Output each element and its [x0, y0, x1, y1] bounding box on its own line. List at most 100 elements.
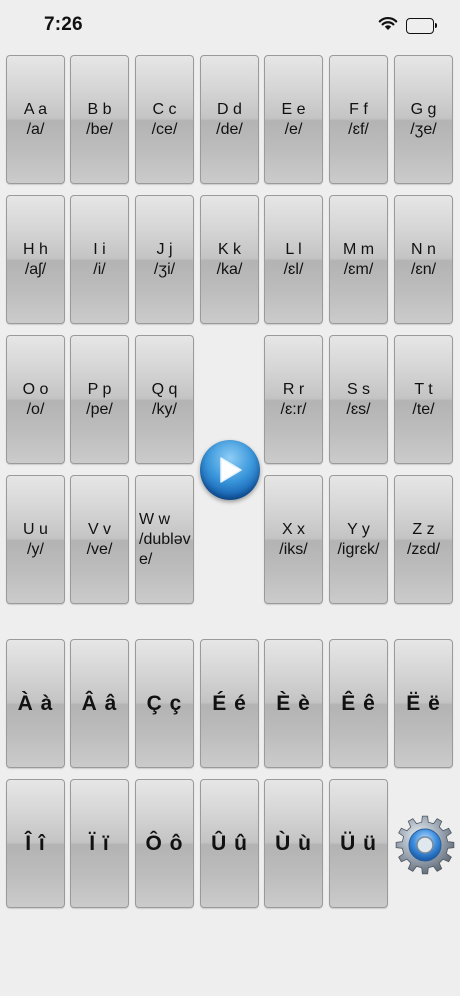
letter-key-j[interactable]: J j/ʒi/ — [135, 195, 194, 324]
accent-key-1[interactable]: À à — [6, 639, 65, 768]
wifi-icon — [378, 16, 398, 36]
letter-label: P p — [87, 380, 112, 398]
letter-label: E e — [281, 100, 306, 118]
accent-label: Ô ô — [145, 831, 184, 855]
letter-label: H h — [23, 240, 48, 258]
letter-label: D d — [217, 100, 242, 118]
pronunciation-label: /ɛ:r/ — [280, 400, 307, 418]
letter-key-o[interactable]: O o/o/ — [6, 335, 65, 464]
pronunciation-label: /y/ — [27, 540, 44, 558]
letter-key-g[interactable]: G g/ʒe/ — [394, 55, 453, 184]
letter-label: G g — [410, 100, 437, 118]
pronunciation-label: /ky/ — [152, 400, 177, 418]
letter-key-a[interactable]: A a/a/ — [6, 55, 65, 184]
accent-label: É é — [212, 691, 247, 715]
letter-label: Z z — [412, 520, 435, 538]
letter-key-p[interactable]: P p/pe/ — [70, 335, 129, 464]
letter-key-y[interactable]: Y y/igrɛk/ — [329, 475, 388, 604]
letter-key-d[interactable]: D d/de/ — [200, 55, 259, 184]
accent-label: Ê ê — [341, 691, 376, 715]
accent-key-7[interactable]: Ë ë — [394, 639, 453, 768]
battery-icon — [406, 18, 437, 34]
letter-key-n[interactable]: N n/ɛn/ — [394, 195, 453, 324]
pronunciation-label: /ɛm/ — [343, 260, 374, 278]
pronunciation-label: /aʃ/ — [24, 260, 47, 278]
letter-key-m[interactable]: M m/ɛm/ — [329, 195, 388, 324]
pronunciation-label: /o/ — [26, 400, 45, 418]
letter-label: A a — [23, 100, 48, 118]
accent-key-3[interactable]: Ç ç — [135, 639, 194, 768]
accent-key-2[interactable]: Â â — [70, 639, 129, 768]
pronunciation-label: /iks/ — [279, 540, 308, 558]
letter-key-i[interactable]: I i/i/ — [70, 195, 129, 324]
pronunciation-label: /ɛn/ — [410, 260, 437, 278]
letter-label: K k — [217, 240, 242, 258]
letter-label: R r — [282, 380, 305, 398]
pronunciation-label: /ʒi/ — [153, 260, 176, 278]
letter-key-v[interactable]: V v/ve/ — [70, 475, 129, 604]
accent-key-8[interactable]: Î î — [6, 779, 65, 908]
letter-label: S s — [346, 380, 371, 398]
letter-key-q[interactable]: Q q/ky/ — [135, 335, 194, 464]
letter-key-k[interactable]: K k/ka/ — [200, 195, 259, 324]
letter-key-r[interactable]: R r/ɛ:r/ — [264, 335, 323, 464]
letter-key-s[interactable]: S s/ɛs/ — [329, 335, 388, 464]
letter-key-l[interactable]: L l/ɛl/ — [264, 195, 323, 324]
pronunciation-label: /ve/ — [86, 540, 113, 558]
pronunciation-label: /ka/ — [216, 260, 243, 278]
pronunciation-label: /igrɛk/ — [337, 540, 380, 558]
pronunciation-label: /pe/ — [86, 400, 113, 418]
pronunciation-label: /a/ — [26, 120, 45, 138]
pronunciation-label: /ɛf/ — [348, 120, 369, 138]
accent-key-10[interactable]: Ô ô — [135, 779, 194, 908]
letter-label: I i — [93, 240, 106, 258]
letter-key-h[interactable]: H h/aʃ/ — [6, 195, 65, 324]
accent-key-12[interactable]: Ù ù — [264, 779, 323, 908]
letter-label: W w — [139, 510, 171, 528]
accent-label: Ï ï — [89, 831, 110, 855]
letter-label: F f — [349, 100, 368, 118]
accent-label: Ç ç — [146, 691, 183, 715]
letter-label: O o — [22, 380, 49, 398]
accent-label: Ë ë — [406, 691, 441, 715]
letter-key-w[interactable]: W w/dubləve/ — [135, 475, 194, 604]
letter-key-f[interactable]: F f/ɛf/ — [329, 55, 388, 184]
pronunciation-label: /ce/ — [151, 120, 178, 138]
letter-label: Y y — [347, 520, 370, 538]
letter-key-c[interactable]: C c/ce/ — [135, 55, 194, 184]
pronunciation-label: /i/ — [93, 260, 106, 278]
letter-key-x[interactable]: X x/iks/ — [264, 475, 323, 604]
letter-key-t[interactable]: T t/te/ — [394, 335, 453, 464]
pronunciation-label: /e/ — [284, 120, 303, 138]
pronunciation-label: /de/ — [216, 120, 243, 138]
letter-label: T t — [414, 380, 433, 398]
pronunciation-label: /zɛd/ — [406, 540, 441, 558]
accent-key-13[interactable]: Ü ü — [329, 779, 388, 908]
letter-label: X x — [281, 520, 306, 538]
pronunciation-label: /dubləve/ — [139, 530, 191, 568]
settings-button[interactable] — [394, 814, 456, 876]
letter-label: B b — [87, 100, 112, 118]
accent-label: À à — [17, 691, 54, 715]
pronunciation-label: /ʒe/ — [410, 120, 437, 138]
accent-key-5[interactable]: È è — [264, 639, 323, 768]
accent-label: È è — [276, 691, 311, 715]
accent-key-11[interactable]: Û û — [200, 779, 259, 908]
accent-key-6[interactable]: Ê ê — [329, 639, 388, 768]
letter-label: M m — [342, 240, 375, 258]
accent-label: Î î — [25, 831, 46, 855]
pronunciation-label: /ɛl/ — [283, 260, 304, 278]
letter-label: V v — [87, 520, 112, 538]
letter-key-b[interactable]: B b/be/ — [70, 55, 129, 184]
accent-label: Â â — [81, 691, 118, 715]
accent-label: Ù ù — [275, 831, 312, 855]
accent-key-9[interactable]: Ï ï — [70, 779, 129, 908]
letter-key-e[interactable]: E e/e/ — [264, 55, 323, 184]
pronunciation-label: /ɛs/ — [346, 400, 371, 418]
accent-key-4[interactable]: É é — [200, 639, 259, 768]
letter-label: Q q — [151, 380, 178, 398]
letter-key-z[interactable]: Z z/zɛd/ — [394, 475, 453, 604]
play-button[interactable] — [200, 440, 260, 500]
letter-key-u[interactable]: U u/y/ — [6, 475, 65, 604]
letter-label: L l — [285, 240, 302, 258]
